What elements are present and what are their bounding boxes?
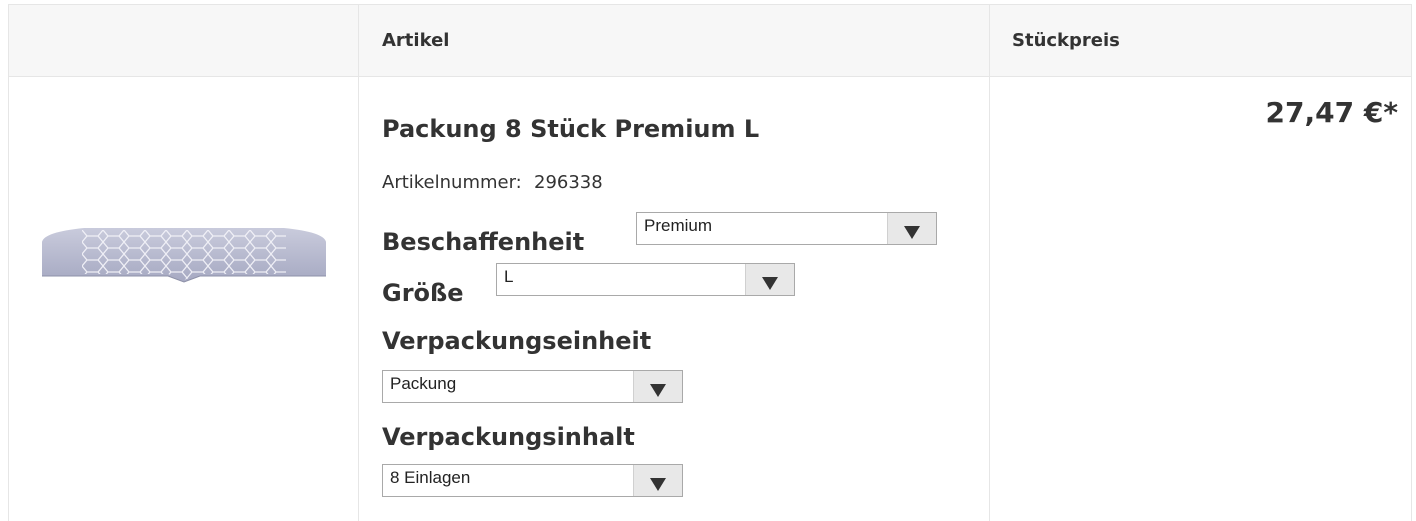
unit-price: 27,47 €*	[1265, 96, 1398, 129]
product-title[interactable]: Packung 8 Stück Premium L	[382, 115, 759, 143]
sku-value: 296338	[534, 172, 603, 193]
select-value-verpackungseinheit: Packung	[390, 374, 457, 393]
dropdown-button-verpackungsinhalt[interactable]	[633, 465, 682, 496]
dropdown-button-groesse[interactable]	[745, 264, 794, 295]
option-label-beschaffenheit: Beschaffenheit	[382, 228, 585, 256]
column-divider-price	[989, 4, 990, 521]
header-unit-price: Stückpreis	[1012, 30, 1120, 51]
triangle-down-icon	[650, 384, 666, 397]
product-table: Artikel Stückpreis Packung 8 Stück Premi…	[0, 0, 1416, 521]
select-verpackungsinhalt[interactable]: 8 Einlagen	[382, 464, 683, 497]
option-label-groesse: Größe	[382, 279, 464, 307]
insole-product-image[interactable]	[40, 224, 328, 284]
header-article: Artikel	[382, 30, 450, 51]
table-right-border	[1411, 4, 1412, 521]
select-value-groesse: L	[504, 267, 514, 286]
triangle-down-icon	[904, 226, 920, 239]
select-groesse[interactable]: L	[496, 263, 795, 296]
table-header-divider	[8, 76, 1412, 77]
table-top-border	[8, 4, 1412, 5]
option-label-verpackungseinheit: Verpackungseinheit	[382, 327, 652, 355]
dropdown-button-verpackungseinheit[interactable]	[633, 371, 682, 402]
select-verpackungseinheit[interactable]: Packung	[382, 370, 683, 403]
table-header-row	[8, 4, 1412, 76]
triangle-down-icon	[650, 478, 666, 491]
select-value-beschaffenheit: Premium	[644, 216, 713, 235]
select-value-verpackungsinhalt: 8 Einlagen	[390, 468, 471, 487]
column-divider-article	[358, 4, 359, 521]
select-beschaffenheit[interactable]: Premium	[636, 212, 937, 245]
option-label-verpackungsinhalt: Verpackungsinhalt	[382, 423, 635, 451]
sku-label: Artikelnummer:	[382, 172, 522, 193]
table-left-border	[8, 4, 9, 521]
dropdown-button-beschaffenheit[interactable]	[887, 213, 936, 244]
triangle-down-icon	[762, 277, 778, 290]
